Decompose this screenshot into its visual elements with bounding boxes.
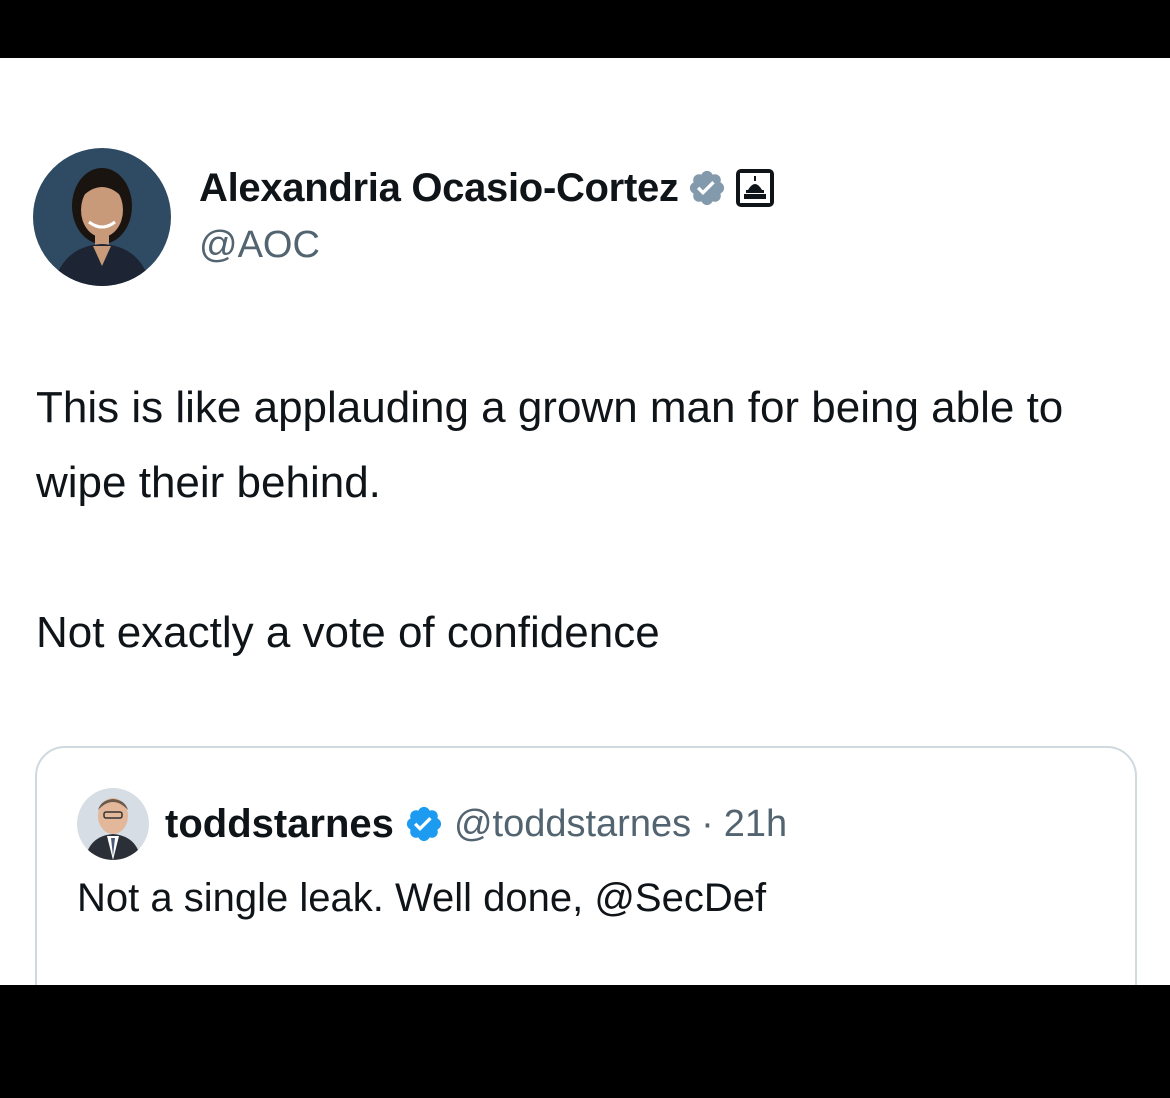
author-avatar[interactable] xyxy=(33,148,171,286)
tweet-body: This is like applauding a grown man for … xyxy=(36,370,1136,670)
government-capitol-icon xyxy=(735,168,775,208)
quoted-tweet-header: toddstarnes @toddstarnes · 21h xyxy=(165,798,787,850)
tweet-text-paragraph: Not exactly a vote of confidence xyxy=(36,608,660,657)
quoted-avatar-image xyxy=(77,788,149,860)
author-handle[interactable]: @AOC xyxy=(199,224,320,267)
bottom-black-bar xyxy=(0,985,1170,1098)
top-black-bar xyxy=(0,0,1170,58)
author-name-row: Alexandria Ocasio-Cortez xyxy=(199,164,775,212)
tweet: Alexandria Ocasio-Cortez @AOC This is li… xyxy=(0,58,1170,985)
verified-badge-icon[interactable] xyxy=(687,168,727,208)
quoted-author-display-name[interactable]: toddstarnes xyxy=(165,802,394,847)
author-display-name[interactable]: Alexandria Ocasio-Cortez xyxy=(199,166,679,211)
quoted-author-handle[interactable]: @toddstarnes xyxy=(454,803,691,846)
quoted-author-avatar[interactable] xyxy=(77,788,149,860)
quoted-tweet-text: Not a single leak. Well done, @SecDef xyxy=(77,876,767,920)
verified-badge-icon[interactable] xyxy=(404,804,444,844)
separator-dot: · xyxy=(701,802,714,845)
quoted-tweet-timestamp[interactable]: 21h xyxy=(724,803,787,846)
quoted-tweet-card[interactable]: toddstarnes @toddstarnes · 21h Not a sin… xyxy=(35,746,1137,985)
avatar-image xyxy=(33,148,171,286)
tweet-text-paragraph: This is like applauding a grown man for … xyxy=(36,383,1064,507)
